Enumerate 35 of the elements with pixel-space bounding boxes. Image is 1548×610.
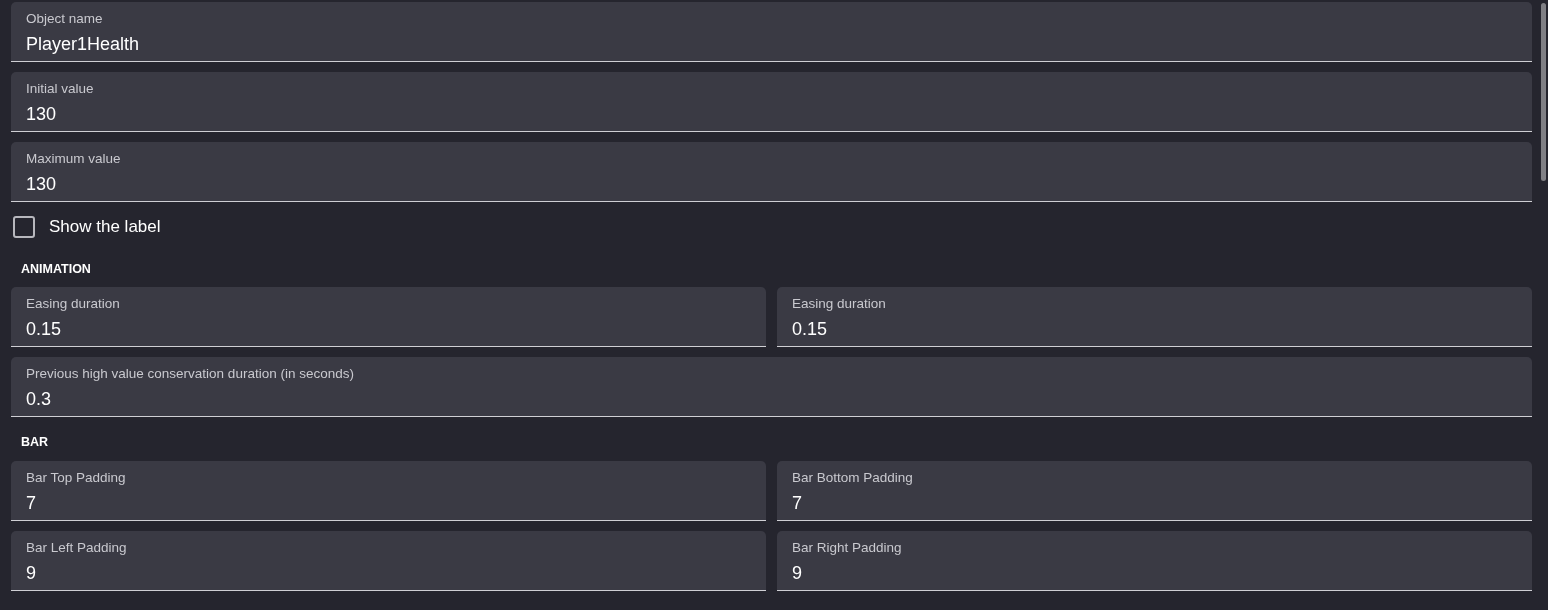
- field-label: Easing duration: [26, 296, 121, 313]
- input-field[interactable]: 0.15: [26, 316, 751, 344]
- text-field[interactable]: Object name Player1Health: [11, 2, 1532, 62]
- field-label: Object name: [26, 11, 104, 27]
- text-field[interactable]: Initial value 130: [11, 72, 1532, 132]
- field-label: Bar Top Padding: [26, 470, 127, 486]
- text-field[interactable]: Previous high value conservation duration (in seconds) 0.3: [11, 357, 1532, 418]
- scrollbar-thumb[interactable]: [1541, 3, 1546, 181]
- field-label: Bar Left Padding: [26, 540, 128, 556]
- input-field[interactable]: 0.3: [26, 386, 1517, 414]
- input-field[interactable]: 0.15: [792, 316, 1517, 344]
- text-field[interactable]: Bar Right Padding 9: [777, 531, 1532, 591]
- section-heading: ANIMATION: [20, 260, 92, 278]
- input-field[interactable]: 7: [26, 490, 751, 517]
- text-field[interactable]: Easing duration 0.15: [11, 287, 766, 348]
- input-field[interactable]: Player1Health: [26, 31, 1517, 58]
- field-label: Previous high value conservation duration (in seconds): [26, 366, 355, 383]
- field-label: Maximum value: [26, 151, 122, 167]
- text-field[interactable]: Bar Left Padding 9: [11, 531, 766, 591]
- section-heading: BAR: [20, 434, 50, 452]
- checkbox-label[interactable]: Show the label: [49, 214, 161, 240]
- input-field[interactable]: 130: [26, 171, 1517, 198]
- field-label: Easing duration: [792, 296, 887, 313]
- input-field[interactable]: 9: [792, 560, 1517, 587]
- input-field[interactable]: 130: [26, 101, 1517, 128]
- input-field[interactable]: 7: [792, 490, 1517, 517]
- text-field[interactable]: Maximum value 130: [11, 142, 1532, 202]
- text-field[interactable]: Bar Bottom Padding 7: [777, 461, 1532, 521]
- text-field[interactable]: Bar Top Padding 7: [11, 461, 766, 521]
- input-field[interactable]: 9: [26, 560, 751, 587]
- field-label: Bar Bottom Padding: [792, 470, 914, 486]
- field-label: Bar Right Padding: [792, 540, 903, 556]
- text-field[interactable]: Easing duration 0.15: [777, 287, 1532, 348]
- checkbox[interactable]: [13, 215, 35, 238]
- field-label: Initial value: [26, 81, 95, 97]
